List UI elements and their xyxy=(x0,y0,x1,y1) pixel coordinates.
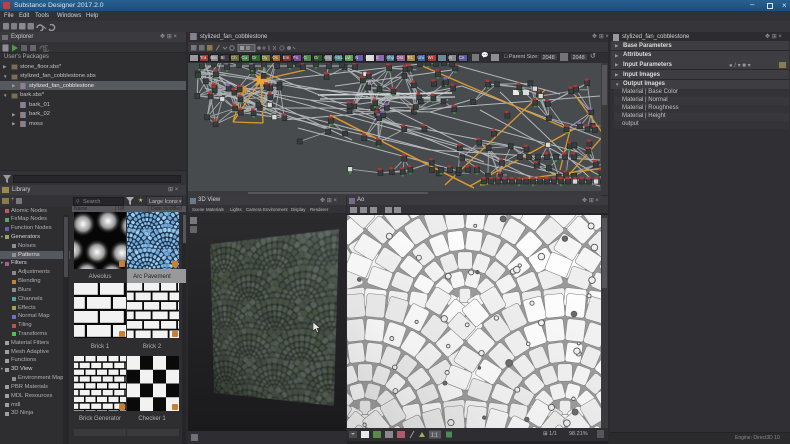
svg-text:1:1: 1:1 xyxy=(431,433,438,439)
